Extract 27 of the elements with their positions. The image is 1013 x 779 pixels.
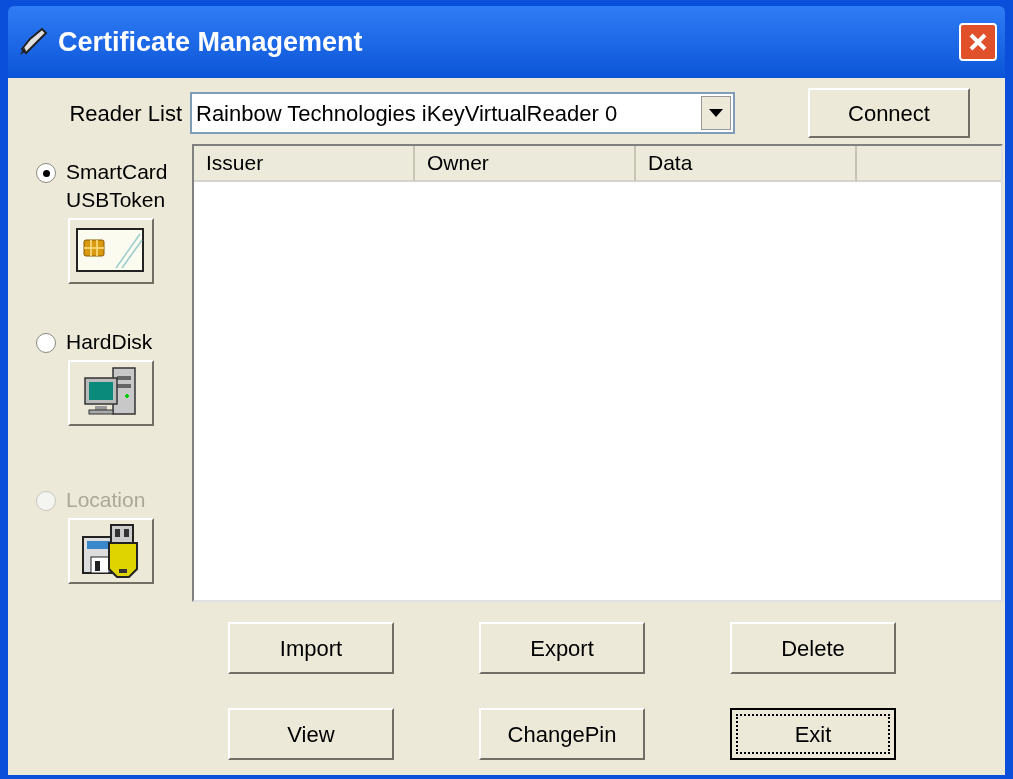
column-header[interactable]: Data [636,146,857,182]
close-icon [967,31,989,53]
source-label: Location [66,487,146,513]
action-button[interactable]: Import [228,622,394,674]
source-button[interactable] [68,518,154,584]
radio-button[interactable] [36,333,56,353]
radio-button[interactable] [36,163,56,183]
reader-dropdown[interactable]: Rainbow Technologies iKeyVirtualReader 0 [190,92,735,134]
dropdown-arrow-icon [709,109,723,117]
action-button[interactable]: Exit [730,708,896,760]
column-header[interactable]: Owner [415,146,636,182]
floppy-and-usb-drive-icon [81,523,141,579]
action-button[interactable]: Delete [730,622,896,674]
source-button[interactable] [68,218,154,284]
source-label: HardDisk [66,329,153,355]
chip-card-icon [76,228,146,274]
close-button[interactable] [959,23,997,61]
window-title: Certificate Management [58,25,364,59]
connect-button[interactable]: Connect [808,88,970,138]
action-button[interactable]: ChangePin [479,708,645,760]
source-label: SmartCard USBToken [66,159,168,213]
reader-list-label: Reader List [68,99,183,128]
action-button[interactable]: View [228,708,394,760]
column-header[interactable]: Issuer [194,146,415,182]
source-button[interactable] [68,360,154,426]
action-button[interactable]: Export [479,622,645,674]
dropdown-value: Rainbow Technologies iKeyVirtualReader 0 [196,99,619,128]
